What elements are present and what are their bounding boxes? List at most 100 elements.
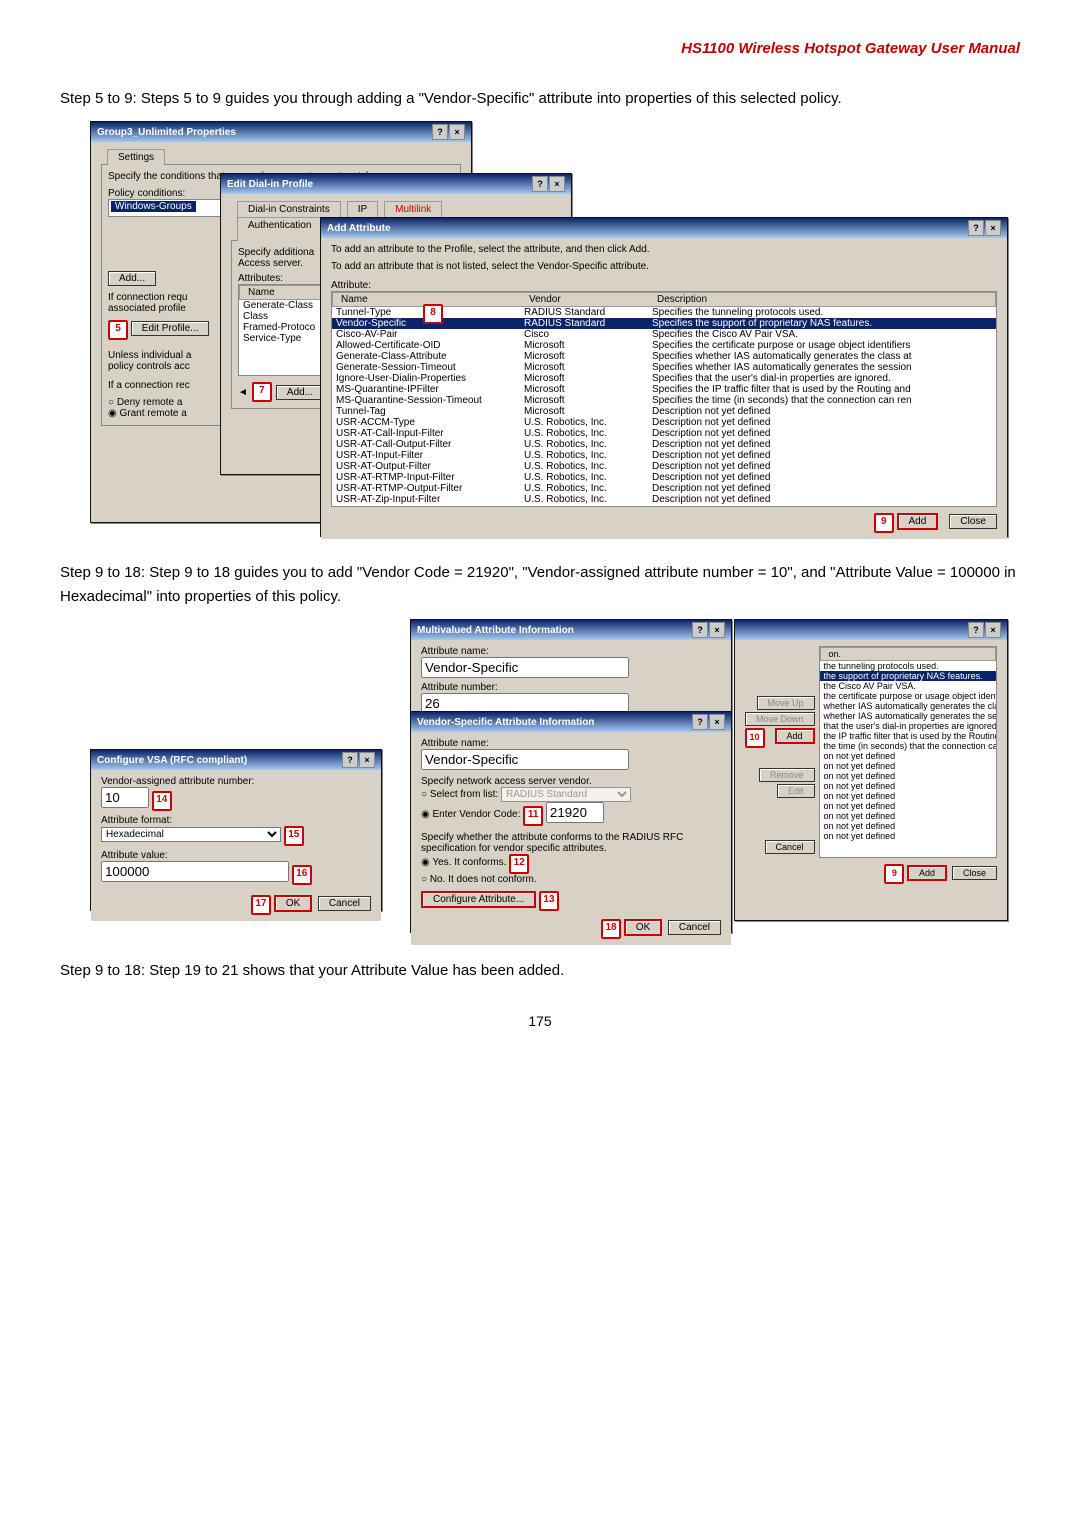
page-header: HS1100 Wireless Hotspot Gateway User Man…	[60, 40, 1020, 57]
fmt-label: Attribute format:	[101, 815, 371, 826]
vsai-title-text: Vendor-Specific Attribute Information	[417, 717, 594, 728]
attr-row[interactable]: USR-AT-Zip-Input-FilterU.S. Robotics, In…	[332, 494, 996, 505]
attr-add-button[interactable]: Add...	[276, 385, 324, 400]
windows-groups[interactable]: Windows-Groups	[111, 201, 196, 212]
attr-row[interactable]: Ignore-User-Dialin-PropertiesMicrosoftSp…	[332, 373, 996, 384]
attr-row[interactable]: MS-Quarantine-IPFilterMicrosoftSpecifies…	[332, 384, 996, 395]
cfgvsa-ok-button[interactable]: OK	[274, 895, 312, 912]
attr-row[interactable]: USR-AT-RTMP-Output-FilterU.S. Robotics, …	[332, 483, 996, 494]
help-icon[interactable]: ?	[968, 622, 984, 638]
val-input[interactable]	[101, 861, 289, 882]
add-attr-title-text: Add Attribute	[327, 223, 391, 234]
radio-conforms-no[interactable]: ○	[421, 874, 427, 885]
right-row: the Cisco AV Pair VSA.	[820, 681, 996, 691]
cfgvsa-title-text: Configure VSA (RFC compliant)	[97, 755, 247, 766]
right-row: the IP traffic filter that is used by th…	[820, 731, 996, 741]
radio-enter-vendor[interactable]: ◉	[421, 809, 430, 820]
attr-row[interactable]: USR-ACCM-TypeU.S. Robotics, Inc.Descript…	[332, 417, 996, 428]
help-icon[interactable]: ?	[532, 176, 548, 192]
enter-vendor-label: Enter Vendor Code:	[433, 809, 521, 820]
mark-5: 5	[108, 320, 128, 340]
mark-17: 17	[251, 895, 271, 915]
attr-row[interactable]: Generate-Class-AttributeMicrosoftSpecifi…	[332, 351, 996, 362]
fmt-select[interactable]: Hexadecimal	[101, 827, 281, 842]
right-row: the certificate purpose or usage object …	[820, 691, 996, 701]
add-attr-line2: To add an attribute that is not listed, …	[331, 261, 997, 272]
intro-para-2: Step 9 to 18: Step 9 to 18 guides you to…	[60, 561, 1020, 609]
mv-attrname-label: Attribute name:	[421, 646, 721, 657]
cfgvsa-cancel-button[interactable]: Cancel	[318, 896, 371, 911]
close-icon[interactable]: ×	[985, 220, 1001, 236]
attr-row[interactable]: Allowed-Certificate-OIDMicrosoftSpecifie…	[332, 340, 996, 351]
close-icon[interactable]: ×	[549, 176, 565, 192]
col-desc: Description	[653, 294, 991, 305]
mark-13: 13	[539, 891, 559, 911]
edit-profile-button[interactable]: Edit Profile...	[131, 321, 210, 336]
right-row: on not yet defined	[820, 771, 996, 781]
van-input[interactable]	[101, 787, 149, 808]
right-row: on not yet defined	[820, 781, 996, 791]
attr-row[interactable]: USR-AT-Input-FilterU.S. Robotics, Inc.De…	[332, 450, 996, 461]
help-icon[interactable]: ?	[432, 124, 448, 140]
help-icon[interactable]: ?	[692, 714, 708, 730]
help-icon[interactable]: ?	[692, 622, 708, 638]
right-row: whether IAS automatically generates the …	[820, 711, 996, 721]
tab-multilink[interactable]: Multilink	[384, 201, 442, 217]
tab-settings[interactable]: Settings	[107, 149, 165, 165]
tab-auth[interactable]: Authentication	[237, 217, 322, 241]
attr-row[interactable]: USR-AT-RTMP-Input-FilterU.S. Robotics, I…	[332, 472, 996, 483]
attr-row[interactable]: Generate-Session-TimeoutMicrosoftSpecifi…	[332, 362, 996, 373]
right-add-button[interactable]: Add	[907, 865, 947, 881]
screenshot-2: Configure VSA (RFC compliant) ?× Vendor-…	[90, 619, 1010, 939]
radio-grant[interactable]: ◉	[108, 408, 117, 419]
radio-deny[interactable]: ○	[108, 397, 114, 408]
add-cond-button[interactable]: Add...	[108, 271, 156, 286]
select-from-label: Select from list:	[430, 789, 498, 800]
intro-para-3: Step 9 to 18: Step 19 to 21 shows that y…	[60, 959, 1020, 983]
attr-row[interactable]: USR-AT-Output-FilterU.S. Robotics, Inc.D…	[332, 461, 996, 472]
close-icon[interactable]: ×	[709, 622, 725, 638]
movedown-button: Move Down	[745, 712, 815, 726]
multival-title: Multivalued Attribute Information ?×	[411, 620, 731, 640]
tab-ip[interactable]: IP	[347, 201, 378, 217]
close-icon[interactable]: ×	[985, 622, 1001, 638]
scroll-left[interactable]: ◄	[238, 387, 248, 398]
mv-remove-button: Remove	[759, 768, 815, 782]
add-selected-button[interactable]: Add	[897, 513, 939, 530]
close-icon[interactable]: ×	[709, 714, 725, 730]
close-icon[interactable]: ×	[359, 752, 375, 768]
props-title-text: Group3_Unlimited Properties	[97, 127, 236, 138]
window-controls-2: ?×	[532, 176, 565, 192]
vsai-attrname-label: Attribute name:	[421, 738, 721, 749]
right-row: that the user's dial-in properties are i…	[820, 721, 996, 731]
attr-row[interactable]: USR-AT-Call-Output-FilterU.S. Robotics, …	[332, 439, 996, 450]
radio-select-from[interactable]: ○	[421, 789, 427, 800]
mv-add-button[interactable]: Add	[775, 728, 815, 744]
add-attr-title: Add Attribute ?×	[321, 218, 1007, 238]
mark-7: 7	[252, 382, 272, 402]
radio-conforms-yes[interactable]: ◉	[421, 857, 430, 868]
close-button[interactable]: Close	[949, 514, 997, 529]
mv-cancel-button[interactable]: Cancel	[765, 840, 815, 854]
select-from-list: RADIUS Standard	[501, 787, 631, 802]
attr-row[interactable]: Tunnel-TagMicrosoftDescription not yet d…	[332, 406, 996, 417]
vsai-specify: Specify network access server vendor.	[421, 776, 721, 787]
mark-12: 12	[509, 854, 529, 874]
van-label: Vendor-assigned attribute number:	[101, 776, 371, 787]
right-close-button[interactable]: Close	[952, 866, 997, 880]
vsai-ok-button[interactable]: OK	[624, 919, 662, 936]
tab-dial[interactable]: Dial-in Constraints	[237, 201, 341, 217]
mark-15: 15	[284, 826, 304, 846]
attr-row[interactable]: MS-Quarantine-Session-TimeoutMicrosoftSp…	[332, 395, 996, 406]
help-icon[interactable]: ?	[342, 752, 358, 768]
vendor-code-input[interactable]	[546, 802, 604, 823]
help-icon[interactable]: ?	[968, 220, 984, 236]
attr-row[interactable]: USR-AT-Call-Input-FilterU.S. Robotics, I…	[332, 428, 996, 439]
window-controls-3: ?×	[968, 220, 1001, 236]
vsai-cancel-button[interactable]: Cancel	[668, 920, 721, 935]
close-icon[interactable]: ×	[449, 124, 465, 140]
attr-row[interactable]: Cisco-AV-PairCiscoSpecifies the Cisco AV…	[332, 329, 996, 340]
configure-attribute-button[interactable]: Configure Attribute...	[421, 891, 536, 908]
right-row: on not yet defined	[820, 791, 996, 801]
edit-profile-title: Edit Dial-in Profile ?×	[221, 174, 571, 194]
